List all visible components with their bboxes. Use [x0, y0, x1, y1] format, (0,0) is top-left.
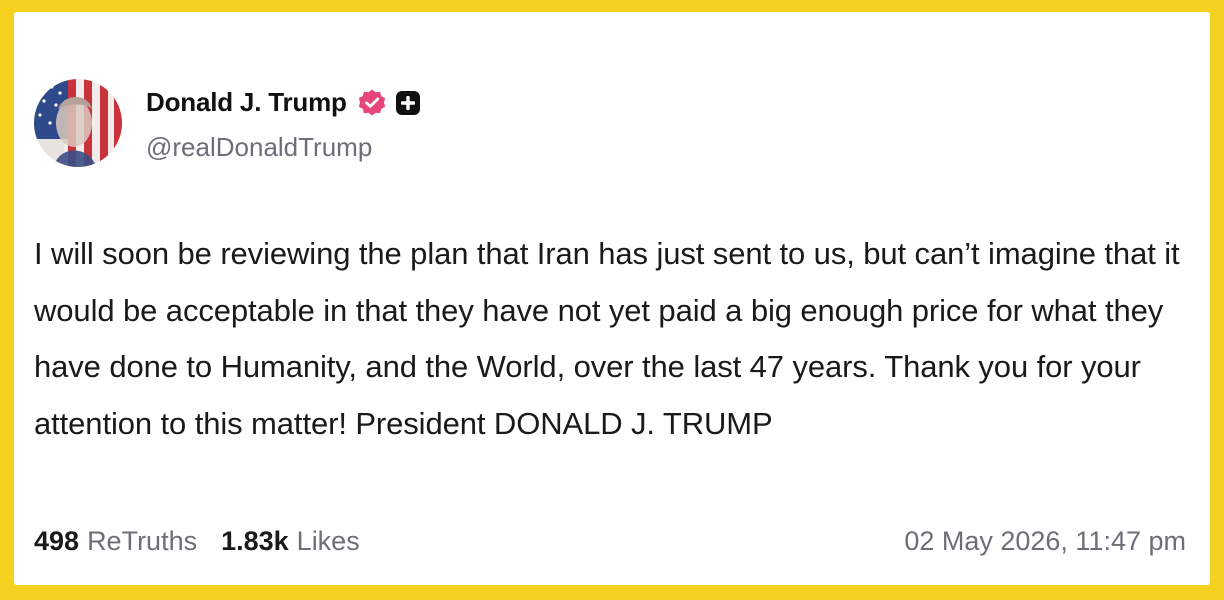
verified-badge-icon [357, 88, 387, 118]
post-card: Donald J. Trump @realDonaldTrump I will … [14, 12, 1210, 585]
avatar[interactable] [34, 79, 122, 167]
author-name[interactable]: Donald J. Trump [146, 87, 347, 118]
post-stats: 498 ReTruths 1.83k Likes [34, 526, 384, 557]
name-row: Donald J. Trump [146, 84, 421, 122]
post-timestamp[interactable]: 02 May 2026, 11:47 pm [904, 526, 1186, 557]
likes-stat[interactable]: 1.83k Likes [221, 526, 360, 557]
avatar-image [34, 79, 122, 167]
post-text: I will soon be reviewing the plan that I… [34, 236, 1180, 441]
plus-badge-icon [395, 90, 421, 116]
likes-label: Likes [296, 526, 360, 556]
likes-count: 1.83k [221, 526, 289, 556]
post-footer: 498 ReTruths 1.83k Likes 02 May 2026, 11… [34, 526, 1186, 557]
retruths-stat[interactable]: 498 ReTruths [34, 526, 197, 557]
author-handle[interactable]: @realDonaldTrump [146, 132, 421, 163]
author-identity: Donald J. Trump @realDonaldTrump [146, 84, 421, 163]
retruths-count: 498 [34, 526, 80, 556]
retruths-label: ReTruths [87, 526, 198, 556]
post-header: Donald J. Trump @realDonaldTrump [34, 78, 421, 168]
